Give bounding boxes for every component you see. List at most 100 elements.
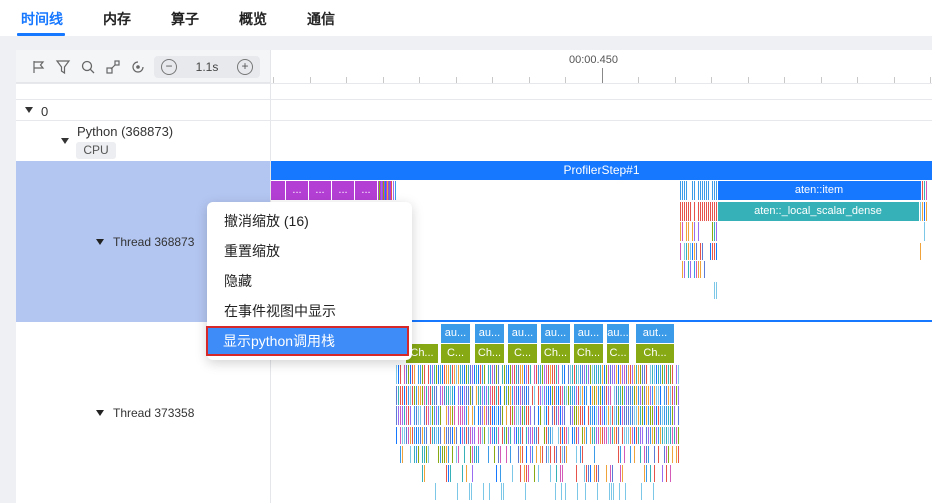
filter-icon[interactable] <box>55 59 71 75</box>
trace-stripe <box>596 365 597 384</box>
trace-stripe <box>488 427 489 444</box>
trace-slice[interactable]: Ch... <box>636 344 674 363</box>
expand-caret-icon[interactable] <box>25 107 33 113</box>
trace-stripe <box>684 261 685 278</box>
trace-slice[interactable]: au... <box>607 324 629 343</box>
trace-stripe <box>586 427 587 444</box>
trace-slice[interactable]: au... <box>475 324 504 343</box>
trace-stripe <box>474 446 475 463</box>
trace-slice[interactable]: Ch... <box>574 344 603 363</box>
trace-slice[interactable]: au... <box>574 324 603 343</box>
trace-stripe <box>682 202 683 221</box>
trace-slice[interactable]: au... <box>441 324 470 343</box>
trace-stripe <box>654 406 655 425</box>
trace-stripe <box>574 406 575 425</box>
trace-slice[interactable]: ... <box>286 181 308 200</box>
trace-stripe <box>422 386 423 405</box>
trace-slice[interactable]: au... <box>508 324 537 343</box>
trace-stripe <box>454 386 455 405</box>
trace-stripe <box>626 386 627 405</box>
trace-stripe <box>630 427 631 444</box>
trace-stripe <box>582 386 583 405</box>
trace-stripe <box>594 446 595 463</box>
trace-stripe <box>674 406 675 425</box>
tab-overview[interactable]: 概览 <box>239 9 267 29</box>
menu-item-show-in-events[interactable]: 在事件视图中显示 <box>207 296 412 326</box>
zoom-out-button[interactable]: − <box>161 59 177 75</box>
trace-slice[interactable]: C... <box>508 344 537 363</box>
trace-stripe <box>653 483 654 500</box>
trace-stripe <box>586 386 587 405</box>
trace-stripe <box>418 446 419 463</box>
trace-stripe <box>578 427 579 444</box>
trace-slice-aten-dense[interactable]: aten::_local_scalar_dense <box>718 202 918 221</box>
trace-slice[interactable]: ... <box>309 181 331 200</box>
trace-stripe <box>578 406 579 425</box>
trace-stripe <box>668 427 669 444</box>
trace-stripe <box>616 427 617 444</box>
trace-stripe <box>408 365 409 384</box>
trace-stripe <box>540 365 541 384</box>
expand-caret-icon[interactable] <box>96 239 104 245</box>
menu-item-undo-zoom[interactable]: 撤消缩放 (16) <box>207 206 412 236</box>
profiler-step-bar[interactable]: ProfilerStep#1 <box>271 161 932 180</box>
expand-caret-icon[interactable] <box>96 410 104 416</box>
reset-icon[interactable] <box>130 59 146 75</box>
tab-memory[interactable]: 内存 <box>103 9 131 29</box>
trace-slice[interactable]: aut... <box>636 324 674 343</box>
trace-stripe <box>596 427 597 444</box>
trace-stripe <box>510 365 511 384</box>
tab-operator[interactable]: 算子 <box>171 9 199 29</box>
tab-timeline[interactable]: 时间线 <box>21 9 63 29</box>
trace-stripe <box>404 427 405 444</box>
trace-slice[interactable]: Ch... <box>475 344 504 363</box>
trace-stripe <box>410 406 411 425</box>
trace-stripe <box>646 446 647 463</box>
tab-communication[interactable]: 通信 <box>307 9 335 29</box>
trace-stripe <box>457 483 458 500</box>
trace-stripe <box>630 406 631 425</box>
menu-item-hide[interactable]: 隐藏 <box>207 266 412 296</box>
expand-caret-icon[interactable] <box>61 138 69 144</box>
trace-stripe <box>602 427 603 444</box>
trace-stripe <box>642 406 643 425</box>
trace-stripe <box>508 427 509 444</box>
link-icon[interactable] <box>105 59 121 75</box>
trace-slice[interactable]: au... <box>541 324 570 343</box>
trace-stripe <box>622 365 623 384</box>
trace-slice-aten-item[interactable]: aten::item <box>718 181 920 200</box>
trace-slice[interactable]: C... <box>441 344 470 363</box>
trace-stripe <box>466 365 467 384</box>
trace-stripe <box>460 365 461 384</box>
trace-stripe <box>406 365 407 384</box>
trace-stripe <box>692 181 693 200</box>
trace-slice[interactable]: Ch... <box>541 344 570 363</box>
trace-stripe <box>666 427 667 444</box>
zoom-in-button[interactable]: + <box>237 59 253 75</box>
trace-slice[interactable]: ... <box>355 181 377 200</box>
flag-icon[interactable] <box>31 59 47 75</box>
trace-stripe <box>426 446 427 463</box>
trace-stripe <box>484 386 485 405</box>
menu-item-show-python-stack[interactable]: 显示python调用栈 <box>206 326 409 356</box>
process-label: Python (368873) <box>77 124 174 139</box>
trace-slice[interactable]: C... <box>607 344 629 363</box>
trace-stripe <box>488 386 489 405</box>
row-separator <box>16 120 932 121</box>
trace-stripe <box>556 446 557 463</box>
trace-stripe <box>684 243 685 260</box>
trace-slice[interactable]: ... <box>332 181 354 200</box>
trace-stripe <box>552 365 553 384</box>
trace-stripe <box>610 365 611 384</box>
trace-slice[interactable] <box>271 181 285 200</box>
menu-item-reset-zoom[interactable]: 重置缩放 <box>207 236 412 266</box>
search-icon[interactable] <box>80 59 96 75</box>
trace-stripe <box>518 406 519 425</box>
trace-stripe <box>554 365 555 384</box>
trace-stripe <box>534 365 535 384</box>
trace-stripe <box>592 427 593 444</box>
time-ruler[interactable]: 00:00.450 <box>271 50 932 83</box>
trace-stripe <box>464 427 465 444</box>
trace-stripe <box>464 365 465 384</box>
trace-stripe <box>410 446 411 463</box>
